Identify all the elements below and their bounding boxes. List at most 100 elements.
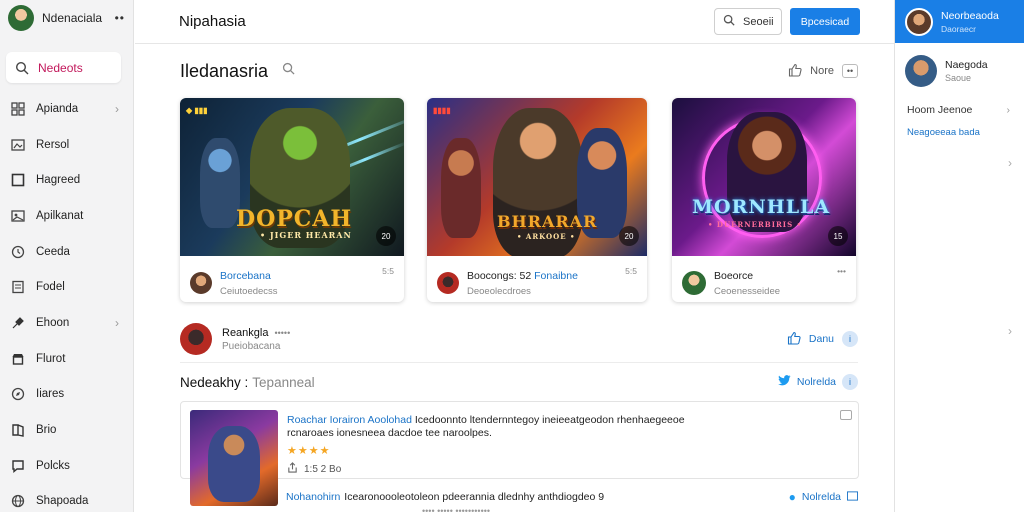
sidebar-item-label: Brio: [36, 424, 57, 437]
divider: [180, 362, 858, 363]
like-action[interactable]: Danu i: [787, 331, 858, 348]
card-subtitle: Ceiutoedecss: [220, 285, 278, 297]
info-icon[interactable]: i: [842, 374, 858, 390]
image-icon[interactable]: [840, 410, 852, 420]
more-link[interactable]: Nore: [810, 65, 834, 77]
card-title[interactable]: Borcebana: [220, 270, 278, 282]
globe-icon: [10, 493, 26, 509]
avatar: [905, 7, 933, 36]
chevron-right-icon[interactable]: ›: [1008, 156, 1012, 170]
avatar: [190, 272, 212, 294]
card-meta: Borcebana Ceiutoedecss 5:5: [180, 256, 404, 302]
more-icon[interactable]: •••: [837, 266, 846, 276]
game-card[interactable]: MORNHLLA • DUERNERBIRIS • 15 Boeorce Ceo…: [672, 98, 856, 302]
thumbs-up-icon[interactable]: [788, 63, 802, 80]
creator-name[interactable]: Reankgla •••••: [222, 327, 290, 339]
sidebar-item-label: Apianda: [36, 102, 79, 115]
post-text: Icearonoooleotoleon pdeerannia dlednhy a…: [344, 491, 605, 503]
chevron-right-icon[interactable]: ›: [1008, 324, 1012, 338]
card-subtitle: Ceoenesseidee: [714, 285, 781, 297]
card-title[interactable]: Boeorce: [714, 270, 780, 282]
card-meta: Boocongs: 52 Fonaibne Deoeolecdroes 5:5: [427, 256, 647, 302]
game-art-title: BHRARAR: [497, 212, 598, 231]
feed-post-preview[interactable]: Nohanohirn Icearonoooleotoleon pdeeranni…: [286, 489, 858, 505]
game-cover-image: MORNHLLA • DUERNERBIRIS • 15: [672, 98, 856, 256]
avatar[interactable]: [180, 323, 212, 355]
share-action[interactable]: ● Nolrelda: [789, 490, 858, 504]
more-icon[interactable]: ••: [842, 64, 858, 78]
game-art-subtitle: • ARKOOE •: [517, 232, 576, 241]
post-highlight[interactable]: Nohanohirn: [286, 491, 340, 503]
square-icon: [10, 172, 26, 188]
sidebar-item-hagreed[interactable]: Hagreed: [0, 162, 133, 198]
post-thumbnail: [190, 410, 278, 506]
avatar: [437, 272, 459, 294]
sidebar-item-apianda[interactable]: Apianda ›: [0, 91, 133, 127]
sidebar-nav: Apianda › Rersol Hagreed Apilkanat Ceeda: [0, 91, 133, 512]
sidebar-item-label: Apilkanat: [36, 209, 84, 222]
sidebar-item-flurot[interactable]: Flurot: [0, 341, 133, 377]
account-subtitle: Daoraecr: [941, 23, 976, 34]
game-cover-image: ▮▮▮▮ BHRARAR • ARKOOE • 20: [427, 98, 647, 256]
sidebar-item-label: Ceeda: [36, 245, 70, 258]
section-subtitle: Tepanneal: [252, 374, 315, 390]
search-icon: [723, 14, 735, 29]
panel-link-blue[interactable]: Neagoeeaa bada: [895, 121, 1024, 143]
sidebar-item-label: Fodel: [36, 281, 65, 294]
user-name: Naegoda: [945, 59, 988, 71]
sidebar-item-label: Rersol: [36, 138, 70, 151]
card-stat: 5:5: [382, 266, 394, 276]
sidebar-item-ehoon[interactable]: Ehoon ›: [0, 305, 133, 341]
share-icon[interactable]: [287, 462, 298, 476]
share-action[interactable]: Nolrelda i: [778, 374, 858, 390]
account-header[interactable]: Neorbeaoda Daoraecr: [895, 0, 1024, 43]
share-label: Nolrelda: [801, 491, 841, 503]
post-subtext: •••• ••••• •••••••••••: [422, 506, 491, 512]
chevron-right-icon: ›: [1006, 104, 1011, 116]
sidebar-item-apilkanat[interactable]: Apilkanat: [0, 198, 133, 234]
star-rating: ★★★★: [287, 445, 331, 457]
post-text-line1: Icedoonnto ltendernntegoy ineieeatgeodon…: [414, 414, 685, 426]
sidebar-item-shapoada[interactable]: Shapoada: [0, 484, 133, 512]
like-label: Danu: [808, 333, 834, 345]
image-icon: [10, 137, 26, 153]
card-title[interactable]: Boocongs: 52 Fonaibne: [467, 270, 578, 282]
more-icon[interactable]: ••: [115, 11, 125, 25]
card-meta: Boeorce Ceoenesseidee •••: [672, 256, 856, 302]
section-heading: Iledanasria: [180, 60, 269, 81]
search-label: Seoeii: [743, 15, 774, 28]
game-card[interactable]: ▮▮▮▮ BHRARAR • ARKOOE • 20 Boocongs: 52 …: [427, 98, 647, 302]
panel-link[interactable]: Hoom Jeenoe ›: [895, 99, 1024, 121]
post-stats: 1:5 2 Bo: [287, 462, 838, 476]
primary-button[interactable]: Bpcesicad: [790, 8, 860, 35]
store-icon: [10, 351, 26, 367]
sidebar-search-item[interactable]: Nedeots: [6, 52, 121, 83]
search-icon[interactable]: [282, 62, 295, 80]
creator-name-sub: •••••: [274, 327, 291, 338]
section-heading-row: Iledanasria Nore ••: [180, 58, 858, 84]
sidebar-profile[interactable]: Ndenaciala ••: [0, 0, 133, 36]
sidebar-item-label: Hagreed: [36, 174, 81, 187]
post-highlight[interactable]: Roachar Iorairon Aoolohad: [287, 414, 412, 426]
game-card[interactable]: ◆ ▮▮▮ DOPCAH • JIGER HEARAN 20 Borcebana…: [180, 98, 404, 302]
sidebar-item-brio[interactable]: Brio: [0, 412, 133, 448]
card-title-text: Boocongs: 52: [467, 269, 532, 282]
sidebar-item-rersol[interactable]: Rersol: [0, 127, 133, 163]
suggested-user[interactable]: Naegoda Saoue: [895, 43, 1024, 99]
avatar: [8, 5, 34, 31]
post-text-line2: rcnaroaes ionesneea dacdoe tee naroolpes…: [287, 427, 492, 439]
rating-badge: 20: [376, 226, 396, 246]
search-button[interactable]: Seoeii: [714, 8, 782, 35]
sidebar-item-fodel[interactable]: Fodel: [0, 269, 133, 305]
sidebar-item-ceeda[interactable]: Ceeda: [0, 234, 133, 270]
sidebar-item-iiares[interactable]: Iiares: [0, 377, 133, 413]
image-icon[interactable]: [847, 490, 858, 504]
tool-icon: [10, 315, 26, 331]
document-icon: [10, 279, 26, 295]
compass-icon: [10, 386, 26, 402]
sidebar-item-polcks[interactable]: Polcks: [0, 448, 133, 484]
account-name: Neorbeaoda: [941, 9, 999, 22]
bird-icon: [778, 375, 791, 389]
feed-post[interactable]: Roachar Iorairon Aoolohad Icedoonnto lte…: [180, 401, 859, 506]
info-icon[interactable]: i: [842, 331, 858, 347]
